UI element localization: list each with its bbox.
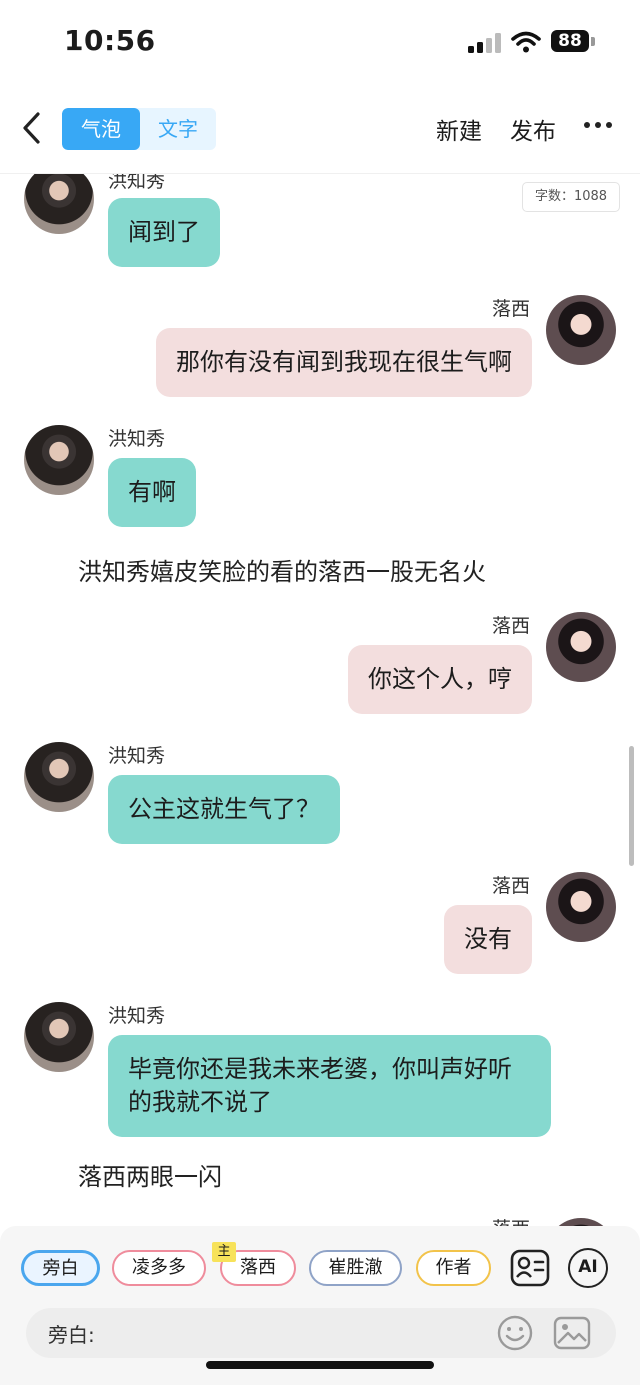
role-chip-cui-shengche[interactable]: 崔胜澈 xyxy=(309,1250,402,1286)
sender-name: 落西 xyxy=(491,875,530,897)
avatar[interactable] xyxy=(24,425,94,495)
ai-label: AI xyxy=(578,1257,598,1277)
avatar[interactable] xyxy=(546,612,616,682)
avatar[interactable] xyxy=(24,174,94,234)
sender-name: 落西 xyxy=(491,615,530,637)
tab-text[interactable]: 文字 xyxy=(140,108,216,150)
new-button[interactable]: 新建 xyxy=(436,112,482,146)
role-chip-ling-duoduo[interactable]: 凌多多 xyxy=(112,1250,206,1286)
input-speaker-label: 旁白: xyxy=(48,1323,95,1347)
message-bubble[interactable]: 你这个人，哼 xyxy=(348,645,532,714)
narration-text[interactable]: 洪知秀嬉皮笑脸的看的落西一股无名火 xyxy=(78,552,486,587)
message-bubble[interactable]: 毕竟你还是我未来老婆，你叫声好听的我就不说了 xyxy=(108,1035,551,1137)
battery-icon: 88 xyxy=(551,30,597,54)
tab-bubble[interactable]: 气泡 xyxy=(62,108,140,150)
sender-name: 洪知秀 xyxy=(108,174,166,192)
avatar[interactable] xyxy=(546,295,616,365)
message-bubble[interactable]: 公主这就生气了？ xyxy=(108,775,340,844)
mode-toggle: 气泡 文字 xyxy=(62,108,216,150)
wifi-icon xyxy=(511,31,541,53)
publish-button[interactable]: 发布 xyxy=(510,112,556,146)
home-indicator[interactable] xyxy=(206,1361,434,1369)
sender-name: 落西 xyxy=(492,1214,530,1226)
emoji-icon[interactable] xyxy=(496,1314,534,1352)
message-bubble[interactable]: 那你有没有闻到我现在很生气啊 xyxy=(156,328,532,397)
sender-name: 洪知秀 xyxy=(108,745,166,767)
ai-icon[interactable]: AI xyxy=(568,1248,608,1288)
main-role-badge: 主 xyxy=(212,1242,236,1262)
status-bar: 10:56 88 xyxy=(0,0,640,84)
top-nav: 气泡 文字 新建 发布 xyxy=(0,96,640,166)
message-bubble[interactable]: 没有 xyxy=(444,905,532,974)
avatar[interactable] xyxy=(24,1002,94,1072)
battery-level: 88 xyxy=(551,30,589,52)
status-time: 10:56 xyxy=(64,24,156,57)
avatar[interactable] xyxy=(546,1218,616,1226)
image-icon[interactable] xyxy=(552,1314,592,1352)
avatar[interactable] xyxy=(24,742,94,812)
signal-icon xyxy=(468,33,501,53)
message-bubble[interactable]: 闻到了 xyxy=(108,198,220,267)
message-bubble[interactable]: 有啊 xyxy=(108,458,196,527)
message-input[interactable]: 旁白: xyxy=(26,1308,616,1358)
more-icon[interactable] xyxy=(584,122,614,132)
avatar[interactable] xyxy=(546,872,616,942)
word-count-badge: 字数：1088 xyxy=(522,182,620,212)
role-chip-narrator[interactable]: 旁白 xyxy=(21,1250,100,1286)
sender-name: 洪知秀 xyxy=(108,428,166,450)
back-icon[interactable] xyxy=(16,108,50,148)
role-card-icon[interactable] xyxy=(510,1248,550,1288)
scrollbar[interactable] xyxy=(629,746,634,866)
sender-name: 落西 xyxy=(491,298,530,320)
sender-name: 洪知秀 xyxy=(108,1005,166,1027)
role-chip-author[interactable]: 作者 xyxy=(416,1250,491,1286)
chat-area[interactable]: 字数：1088 洪知秀 闻到了 落西 那你有没有闻到我现在很生气啊 洪知秀 有啊… xyxy=(0,174,640,1226)
narration-text[interactable]: 落西两眼一闪 xyxy=(78,1157,222,1192)
